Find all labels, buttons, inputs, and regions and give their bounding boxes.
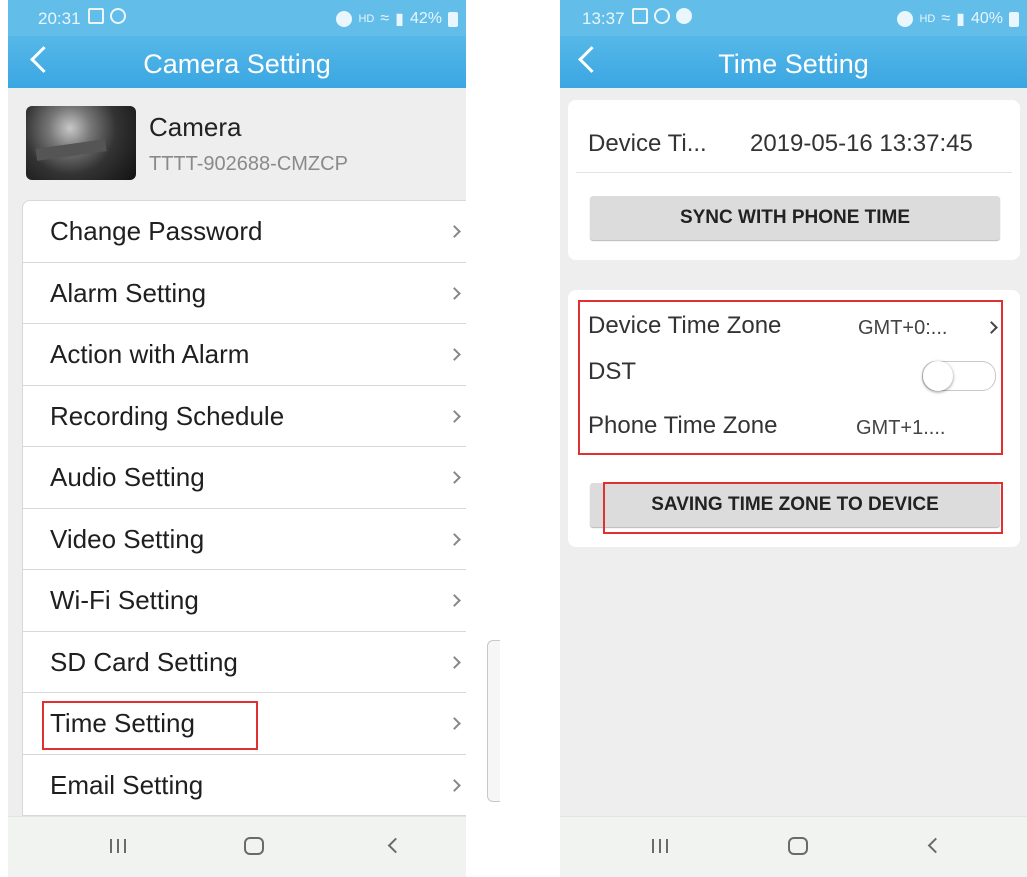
page-title: Camera Setting (143, 49, 331, 79)
navigation-bar (560, 816, 1027, 877)
chevron-right-icon (448, 225, 461, 238)
wifi-icon: ≈ (380, 10, 390, 27)
save-time-zone-button[interactable]: SAVING TIME ZONE TO DEVICE (590, 483, 1000, 527)
device-time-zone-row[interactable]: Device Time Zone GMT+0:... (588, 312, 998, 348)
battery-icon (448, 11, 458, 27)
menu-item-change-password[interactable]: Change Password (23, 201, 466, 263)
menu-item-label: Time Setting (50, 708, 195, 738)
camera-header: Camera TTTT-902688-CMZCP (26, 106, 446, 182)
dst-label: DST (588, 358, 636, 385)
wifi-icon: ≈ (941, 10, 951, 27)
signal-icon: ▮ (956, 11, 965, 28)
device-time-zone-value: GMT+0:... (858, 317, 948, 339)
time-setting-screen: 13:37 HD ≈ ▮ 40% Time Setting Device Ti.… (560, 0, 1027, 877)
chevron-right-icon (448, 409, 461, 423)
vpn-icon (676, 8, 692, 24)
menu-item-email-setting[interactable]: Email Setting (23, 755, 466, 816)
chevron-right-icon (448, 532, 461, 546)
title-bar: Time Setting (560, 36, 1027, 88)
menu-item-label: Recording Schedule (50, 400, 285, 431)
menu-item-label: Video Setting (50, 523, 205, 554)
camera-id: TTTT-902688-CMZCP (149, 153, 348, 175)
edge-panel-handle[interactable] (487, 640, 500, 802)
menu-item-label: SD Card Setting (50, 646, 238, 677)
menu-item-sd-card-setting[interactable]: SD Card Setting (23, 632, 466, 693)
home-icon[interactable] (788, 837, 808, 855)
gallery-icon (88, 8, 104, 24)
menu-item-video-setting[interactable]: Video Setting (23, 509, 466, 570)
status-time: 20:31 (38, 9, 81, 28)
menu-item-label: Change Password (50, 216, 263, 246)
menu-item-recording-schedule[interactable]: Recording Schedule (23, 386, 466, 447)
battery-percent: 40% (970, 10, 1003, 27)
sync-with-phone-time-button[interactable]: SYNC WITH PHONE TIME (590, 196, 1000, 240)
status-bar: 13:37 HD ≈ ▮ 40% (560, 0, 1027, 36)
menu-item-alarm-setting[interactable]: Alarm Setting (23, 263, 466, 324)
dst-row: DST (588, 358, 996, 394)
menu-item-wifi-setting[interactable]: Wi-Fi Setting (23, 570, 466, 632)
device-time-zone-label: Device Time Zone (588, 312, 782, 339)
chevron-right-icon (448, 655, 461, 669)
menu-item-time-setting[interactable]: Time Setting (23, 693, 466, 755)
phone-time-zone-label: Phone Time Zone (588, 412, 778, 439)
gallery-icon (632, 8, 648, 24)
menu-item-action-with-alarm[interactable]: Action with Alarm (23, 324, 466, 386)
home-icon[interactable] (244, 837, 264, 855)
chevron-right-icon (985, 321, 998, 334)
status-bar: 20:31 HD ≈ ▮ 42% (8, 0, 466, 36)
chevron-right-icon (448, 778, 461, 792)
chevron-right-icon (448, 286, 461, 300)
camera-thumbnail (26, 106, 136, 180)
hd-indicator: HD (358, 13, 375, 25)
menu-item-label: Email Setting (50, 769, 204, 800)
k-icon (110, 8, 126, 24)
divider (576, 172, 1012, 173)
menu-item-label: Audio Setting (50, 462, 205, 492)
status-time: 13:37 (582, 9, 625, 28)
toggle-knob (923, 361, 953, 391)
page-title: Time Setting (718, 49, 869, 79)
hd-indicator: HD (919, 13, 936, 25)
battery-percent: 42% (409, 10, 442, 27)
alarm-icon (336, 11, 353, 27)
navigation-bar (8, 816, 466, 877)
device-time-card: Device Ti... 2019-05-16 13:37:45 SYNC WI… (568, 100, 1020, 260)
menu-item-audio-setting[interactable]: Audio Setting (23, 447, 466, 509)
signal-icon: ▮ (395, 11, 404, 28)
recents-icon[interactable] (652, 839, 668, 853)
title-bar: Camera Setting (8, 36, 466, 88)
phone-time-zone-row: Phone Time Zone GMT+1.... (588, 412, 996, 448)
chevron-right-icon (448, 348, 461, 361)
device-time-label: Device Ti... (588, 130, 707, 157)
recents-icon[interactable] (110, 839, 126, 853)
menu-item-label: Wi-Fi Setting (50, 585, 199, 615)
phone-time-zone-value: GMT+1.... (856, 417, 946, 439)
device-time-value: 2019-05-16 13:37:45 (750, 130, 973, 157)
alarm-icon (897, 11, 914, 27)
menu-item-label: Alarm Setting (50, 277, 207, 308)
dst-toggle[interactable] (922, 361, 996, 391)
time-zone-card: Device Time Zone GMT+0:... DST Phone Tim… (568, 290, 1020, 547)
menu-item-label: Action with Alarm (50, 339, 250, 369)
chevron-right-icon (448, 594, 461, 607)
back-icon[interactable] (927, 837, 944, 854)
battery-icon (1009, 11, 1019, 27)
back-icon[interactable] (387, 837, 404, 854)
settings-list: Change Password Alarm Setting Action wit… (22, 200, 466, 827)
k-icon (654, 8, 670, 24)
camera-setting-screen: 20:31 HD ≈ ▮ 42% Camera Setting Camera T… (8, 0, 466, 877)
chevron-right-icon (448, 717, 461, 730)
chevron-right-icon (448, 471, 461, 484)
camera-name: Camera (149, 112, 242, 142)
